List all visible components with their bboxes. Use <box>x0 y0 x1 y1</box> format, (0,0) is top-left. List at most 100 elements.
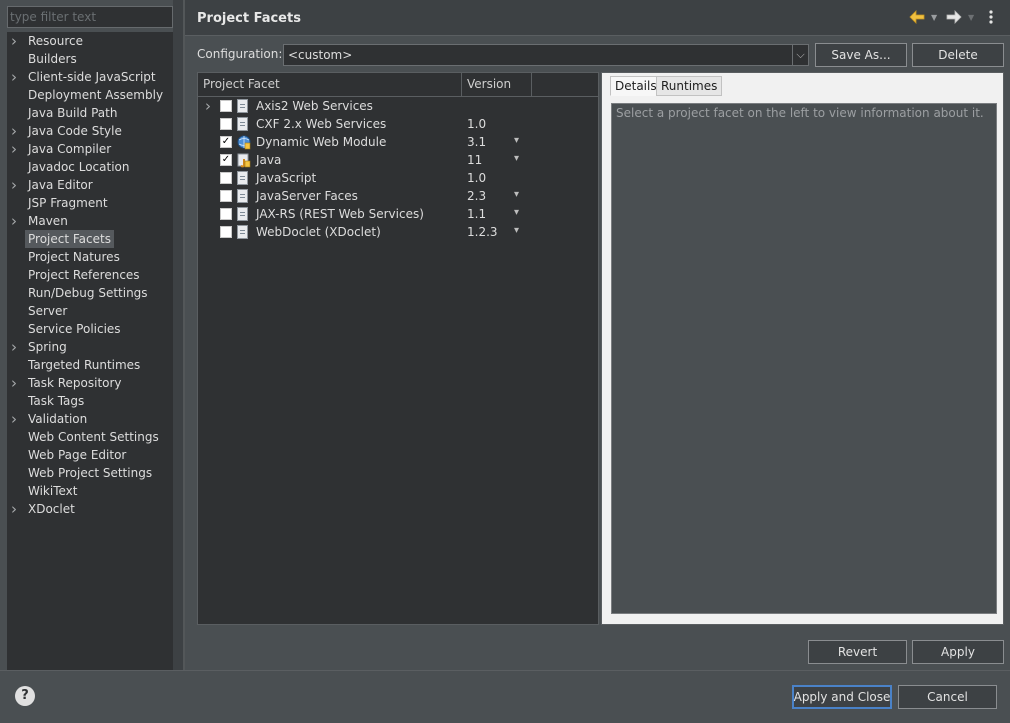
facet-name: WebDoclet (XDoclet) <box>256 225 381 239</box>
view-menu-icon[interactable] <box>986 9 996 25</box>
nav-item[interactable]: JSP Fragment <box>7 194 173 212</box>
nav-item[interactable]: Server <box>7 302 173 320</box>
nav-item[interactable]: › Validation <box>7 410 173 428</box>
facet-version[interactable]: 11 <box>467 151 482 169</box>
nav-item-label: WikiText <box>28 484 78 498</box>
nav-item[interactable]: Service Policies <box>7 320 173 338</box>
back-arrow-icon[interactable] <box>909 10 925 27</box>
column-header-facet[interactable]: Project Facet <box>203 77 280 91</box>
facet-row[interactable]: JavaServer Faces 2.3 ▾ <box>198 187 598 205</box>
facet-version[interactable]: 1.1 <box>467 205 486 223</box>
nav-item[interactable]: › Spring <box>7 338 173 356</box>
forward-arrow-icon[interactable] <box>946 10 962 27</box>
apply-button[interactable]: Apply <box>912 640 1004 664</box>
apply-and-close-button[interactable]: Apply and Close <box>792 685 892 709</box>
chevron-right-icon[interactable]: › <box>11 410 23 428</box>
chevron-right-icon[interactable]: › <box>11 176 23 194</box>
column-separator[interactable] <box>531 73 532 97</box>
nav-item[interactable]: Targeted Runtimes <box>7 356 173 374</box>
nav-item[interactable]: Project References <box>7 266 173 284</box>
nav-item[interactable]: Javadoc Location <box>7 158 173 176</box>
facet-checkbox[interactable]: ✓ <box>220 136 232 148</box>
facet-row[interactable]: WebDoclet (XDoclet) 1.2.3 ▾ <box>198 223 598 241</box>
chevron-right-icon[interactable]: › <box>11 500 23 518</box>
chevron-right-icon[interactable]: › <box>11 212 23 230</box>
facet-name: JAX-RS (REST Web Services) <box>256 207 424 221</box>
delete-button[interactable]: Delete <box>912 43 1004 67</box>
details-tab-bar: Details Runtimes <box>602 73 1003 97</box>
nav-item[interactable]: Builders <box>7 50 173 68</box>
nav-item[interactable]: › Java Compiler <box>7 140 173 158</box>
web-module-icon <box>237 134 251 150</box>
nav-item[interactable]: Web Content Settings <box>7 428 173 446</box>
filter-input[interactable] <box>7 6 173 28</box>
tab-runtimes[interactable]: Runtimes <box>656 76 723 96</box>
version-dropdown-icon[interactable]: ▾ <box>514 186 519 204</box>
document-icon <box>237 170 250 186</box>
version-dropdown-icon[interactable]: ▾ <box>514 150 519 168</box>
column-separator[interactable] <box>461 73 462 97</box>
cancel-button[interactable]: Cancel <box>898 685 997 709</box>
nav-item[interactable]: › Maven <box>7 212 173 230</box>
nav-item-label: Web Project Settings <box>28 466 153 480</box>
nav-item[interactable]: Web Project Settings <box>7 464 173 482</box>
back-history-dropdown-icon[interactable]: ▼ <box>931 13 937 22</box>
chevron-right-icon[interactable]: › <box>11 122 23 140</box>
facet-row[interactable]: CXF 2.x Web Services 1.0 <box>198 115 598 133</box>
facet-row[interactable]: ✓ Dynamic Web Module 3.1 ▾ <box>198 133 598 151</box>
save-as-button[interactable]: Save As... <box>815 43 907 67</box>
nav-item[interactable]: › Resource <box>7 32 173 50</box>
nav-item[interactable]: › XDoclet <box>7 500 173 518</box>
chevron-right-icon[interactable]: › <box>11 140 23 158</box>
column-header-version[interactable]: Version <box>467 77 511 91</box>
chevron-down-icon[interactable]: ⌵ <box>792 45 808 65</box>
nav-item[interactable]: Deployment Assembly <box>7 86 173 104</box>
facet-checkbox[interactable] <box>220 172 232 184</box>
document-icon <box>237 98 250 114</box>
nav-item[interactable]: › Java Editor <box>7 176 173 194</box>
document-icon <box>237 224 250 240</box>
facet-version[interactable]: 3.1 <box>467 133 486 151</box>
chevron-right-icon[interactable]: › <box>205 97 211 115</box>
facet-version[interactable]: 1.2.3 <box>467 223 498 241</box>
chevron-right-icon[interactable]: › <box>11 32 23 50</box>
nav-item-label: Project Facets <box>25 230 114 248</box>
facet-checkbox[interactable] <box>220 208 232 220</box>
revert-button[interactable]: Revert <box>808 640 907 664</box>
facet-name: Axis2 Web Services <box>256 99 373 113</box>
facet-checkbox[interactable] <box>220 190 232 202</box>
nav-item[interactable]: Java Build Path <box>7 104 173 122</box>
configuration-select[interactable]: <custom> ⌵ <box>283 44 809 66</box>
version-dropdown-icon[interactable]: ▾ <box>514 132 519 150</box>
chevron-right-icon[interactable]: › <box>11 374 23 392</box>
tab-details[interactable]: Details <box>610 76 662 96</box>
nav-item[interactable]: Run/Debug Settings <box>7 284 173 302</box>
facet-checkbox[interactable] <box>220 118 232 130</box>
nav-item[interactable]: › Java Code Style <box>7 122 173 140</box>
nav-item[interactable]: Project Natures <box>7 248 173 266</box>
facet-version[interactable]: 2.3 <box>467 187 486 205</box>
nav-item[interactable]: WikiText <box>7 482 173 500</box>
facet-checkbox[interactable]: ✓ <box>220 154 232 166</box>
facet-row[interactable]: JAX-RS (REST Web Services) 1.1 ▾ <box>198 205 598 223</box>
nav-item[interactable]: Project Facets <box>7 230 173 248</box>
help-icon[interactable]: ? <box>15 686 35 706</box>
forward-history-dropdown-icon[interactable]: ▼ <box>968 13 974 22</box>
version-dropdown-icon[interactable]: ▾ <box>514 204 519 222</box>
facet-row[interactable]: › Axis2 Web Services <box>198 97 598 115</box>
chevron-right-icon[interactable]: › <box>11 338 23 356</box>
version-dropdown-icon[interactable]: ▾ <box>514 222 519 240</box>
chevron-right-icon[interactable]: › <box>11 68 23 86</box>
nav-item[interactable]: › Task Repository <box>7 374 173 392</box>
facet-row[interactable]: ✓ Java 11 ▾ <box>198 151 598 169</box>
nav-item[interactable]: › Client-side JavaScript <box>7 68 173 86</box>
nav-item-label: Targeted Runtimes <box>28 358 141 372</box>
facet-row[interactable]: JavaScript 1.0 <box>198 169 598 187</box>
facet-checkbox[interactable] <box>220 226 232 238</box>
nav-item[interactable]: Task Tags <box>7 392 173 410</box>
facet-checkbox[interactable] <box>220 100 232 112</box>
facet-name: Java <box>256 153 282 167</box>
nav-item-label: Run/Debug Settings <box>28 286 148 300</box>
nav-item-label: Resource <box>28 34 84 48</box>
nav-item[interactable]: Web Page Editor <box>7 446 173 464</box>
